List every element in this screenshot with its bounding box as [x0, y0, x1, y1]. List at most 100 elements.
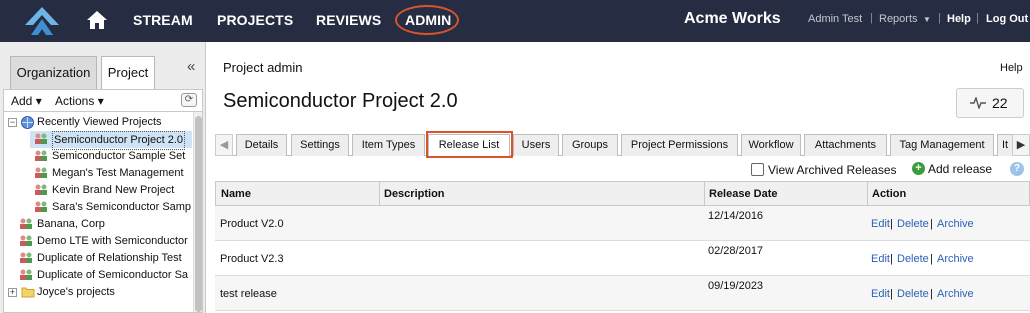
- tree-item-project[interactable]: Megan's Test Management: [30, 165, 192, 182]
- project-people-icon: [35, 167, 47, 178]
- folder-icon: [21, 287, 35, 298]
- main-content: Project admin Help Semiconductor Project…: [215, 42, 1030, 313]
- globe-icon: [21, 116, 34, 129]
- admin-highlight-ring: [395, 5, 459, 35]
- tree-item-folder[interactable]: + Joyce's projects: [4, 284, 192, 301]
- edit-link[interactable]: Edit: [871, 253, 890, 265]
- column-header-description[interactable]: Description: [384, 188, 445, 200]
- table-row: Product V2.3 02/28/2017 Edit | Delete | …: [215, 241, 1030, 276]
- tab-details[interactable]: Details: [236, 134, 287, 156]
- archive-link[interactable]: Archive: [937, 253, 974, 265]
- edit-link[interactable]: Edit: [871, 288, 890, 300]
- view-archived-checkbox[interactable]: [751, 163, 764, 176]
- add-icon[interactable]: +: [912, 162, 925, 175]
- reports-chevron-down-icon[interactable]: ▼: [923, 15, 931, 24]
- tree-item-project[interactable]: Banana, Corp: [4, 216, 192, 233]
- expand-toggle-icon[interactable]: +: [8, 288, 17, 297]
- tree-item-project[interactable]: Semiconductor Sample Set: [30, 148, 192, 165]
- project-people-icon: [35, 201, 47, 212]
- activity-pulse-icon: [970, 97, 986, 109]
- tab-tag-management[interactable]: Tag Management: [890, 134, 994, 156]
- logout-link[interactable]: Log Out: [986, 13, 1028, 25]
- tree-item-project[interactable]: Semiconductor Project 2.0: [30, 131, 192, 150]
- tab-users[interactable]: Users: [513, 134, 559, 156]
- activity-count: 22: [992, 95, 1008, 111]
- separator: |: [890, 288, 893, 300]
- reports-menu[interactable]: Reports: [879, 13, 918, 25]
- tabs-scroll-left-icon[interactable]: ◀: [215, 134, 233, 156]
- release-list-highlight-ring: [426, 131, 513, 158]
- tab-settings[interactable]: Settings: [291, 134, 349, 156]
- separator: |: [890, 218, 893, 230]
- home-icon[interactable]: [86, 10, 108, 30]
- left-panel: Organization Project « Add ▾ Actions ▾ ⟳…: [0, 42, 206, 313]
- table-header: Name Description Release Date Action: [215, 181, 1030, 206]
- delete-link[interactable]: Delete: [897, 218, 929, 230]
- column-header-release-date[interactable]: Release Date: [709, 188, 778, 200]
- project-people-icon: [20, 235, 32, 246]
- actions-menu[interactable]: Actions ▾: [55, 94, 104, 108]
- tree-toolbar: Add ▾ Actions ▾ ⟳: [3, 89, 203, 111]
- table-row: Product V2.0 12/14/2016 Edit | Delete | …: [215, 206, 1030, 241]
- project-people-icon: [35, 184, 47, 195]
- tab-project-permissions[interactable]: Project Permissions: [621, 134, 738, 156]
- add-menu[interactable]: Add ▾: [11, 94, 42, 108]
- column-header-name[interactable]: Name: [221, 188, 251, 200]
- collapse-toggle-icon[interactable]: −: [8, 118, 17, 127]
- nav-stream[interactable]: STREAM: [133, 12, 193, 28]
- refresh-icon[interactable]: ⟳: [181, 93, 197, 107]
- column-divider: [704, 182, 705, 206]
- project-tree: − Recently Viewed Projects Semiconductor…: [3, 111, 203, 313]
- separator: |: [890, 253, 893, 265]
- tab-overflow[interactable]: It: [997, 134, 1013, 156]
- scrollbar-thumb[interactable]: [195, 116, 202, 312]
- archive-link[interactable]: Archive: [937, 288, 974, 300]
- help-link[interactable]: Help: [947, 13, 971, 25]
- help-question-icon[interactable]: ?: [1010, 162, 1024, 176]
- separator: |: [930, 288, 933, 300]
- tree-scrollbar[interactable]: [193, 112, 202, 312]
- tree-item-project[interactable]: Demo LTE with Semiconductor: [4, 233, 192, 250]
- tree-item-recent[interactable]: − Recently Viewed Projects: [4, 114, 192, 131]
- release-name: test release: [220, 288, 277, 300]
- view-archived-label[interactable]: View Archived Releases: [768, 163, 897, 177]
- archive-link[interactable]: Archive: [937, 218, 974, 230]
- separator: |: [976, 12, 979, 24]
- help-link[interactable]: Help: [1000, 62, 1023, 74]
- company-logo[interactable]: [22, 5, 62, 37]
- collapse-panel-icon[interactable]: «: [187, 58, 195, 75]
- project-name-heading: Semiconductor Project 2.0: [223, 90, 458, 112]
- tab-workflow[interactable]: Workflow: [741, 134, 801, 156]
- separator: |: [930, 218, 933, 230]
- delete-link[interactable]: Delete: [897, 253, 929, 265]
- admin-tabs: ◀ Details Settings Item Types Release Li…: [215, 134, 1030, 157]
- column-divider: [867, 182, 868, 206]
- tab-item-types[interactable]: Item Types: [352, 134, 425, 156]
- tab-organization[interactable]: Organization: [10, 56, 97, 89]
- release-date: 02/28/2017: [708, 245, 764, 257]
- nav-reviews[interactable]: REVIEWS: [316, 12, 381, 28]
- column-header-action: Action: [872, 188, 907, 200]
- tab-project[interactable]: Project: [101, 56, 155, 89]
- tab-groups[interactable]: Groups: [562, 134, 618, 156]
- edit-link[interactable]: Edit: [871, 218, 890, 230]
- tree-item-project[interactable]: Sara's Semiconductor Samp: [30, 199, 192, 216]
- tree-item-project[interactable]: Kevin Brand New Project: [30, 182, 192, 199]
- column-divider: [379, 182, 380, 206]
- activity-counter-button[interactable]: 22: [956, 88, 1024, 118]
- tabs-scroll-right-icon[interactable]: ▶: [1012, 134, 1030, 156]
- release-name: Product V2.3: [220, 253, 284, 265]
- delete-link[interactable]: Delete: [897, 288, 929, 300]
- tab-attachments[interactable]: Attachments: [804, 134, 887, 156]
- nav-projects[interactable]: PROJECTS: [217, 12, 293, 28]
- add-release-button[interactable]: Add release: [928, 162, 992, 176]
- project-people-icon: [20, 218, 32, 229]
- page-title: Project admin: [223, 60, 303, 75]
- tree-item-project[interactable]: Duplicate of Relationship Test: [4, 250, 192, 267]
- user-menu[interactable]: Admin Test: [808, 13, 862, 25]
- separator: |: [930, 253, 933, 265]
- separator: |: [870, 12, 873, 24]
- brand-name: Acme Works: [684, 10, 781, 27]
- project-people-icon: [35, 133, 47, 144]
- tree-item-project[interactable]: Duplicate of Semiconductor Sa: [4, 267, 192, 284]
